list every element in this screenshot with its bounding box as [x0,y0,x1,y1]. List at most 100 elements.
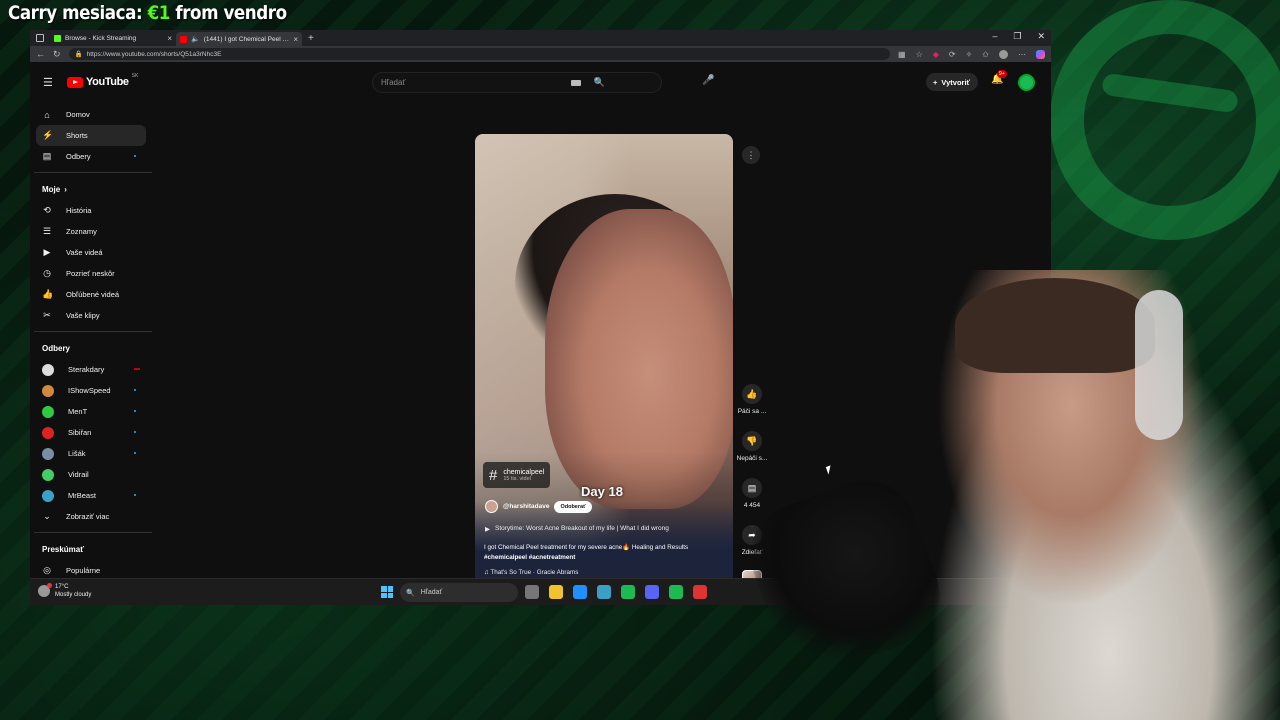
refresh-ext-icon[interactable]: ⟳ [949,50,956,59]
create-button[interactable]: + Vytvoriť [926,73,979,91]
tab-kick[interactable]: Browse - Kick Streaming × [50,31,176,45]
like-button[interactable]: 👍 Páči sa ... [732,384,772,415]
sidebar-item-label: Obľúbené videá [66,290,120,299]
sidebar-section-subscriptions: Odbery [30,337,152,359]
taskbar-search-placeholder: Hľadať [420,589,443,596]
video-description[interactable]: I got Chemical Peel treatment for my sev… [484,543,729,563]
channel-avatar [42,363,54,376]
taskbar-search[interactable]: 🔍 Hľadať [400,583,518,602]
edge-icon[interactable] [573,585,587,599]
play-icon: ▶ [485,526,490,533]
sidebar-item-channel[interactable]: Lišák [30,443,152,464]
refresh-icon[interactable]: ↻ [53,49,61,60]
show-more-button[interactable]: ⌄ Zobraziť viac [30,506,152,527]
sidebar-item-channel[interactable]: Vidrail [30,464,152,485]
comments-button[interactable]: ▤ 4 454 [732,478,772,509]
discord-icon[interactable] [645,585,659,599]
extension-icon[interactable]: ◆ [933,50,939,59]
search-input[interactable]: Hľadať 🔍 [372,72,662,93]
thumbs-up-icon: 👍 [742,384,762,404]
address-bar: ← ↻ 🔒 https://www.youtube.com/shorts/Q51… [30,46,1051,62]
youtube-logo[interactable]: YouTube SK [67,73,138,88]
subscribe-button[interactable]: Odoberať [554,500,592,513]
divider [34,532,152,533]
channel-avatar[interactable] [485,500,498,513]
music-note-icon: ♫ [484,569,489,576]
related-video-link[interactable]: ▶ Storytime: Worst Acne Breakout of my l… [485,525,669,533]
back-icon[interactable]: ← [36,49,45,59]
sidebar-item-liked-videos[interactable]: 👍 Obľúbené videá [30,284,152,305]
sidebar-item-shorts[interactable]: ⚡ Shorts [36,125,146,146]
description-tags[interactable]: #chemicalpeel #acnetreatment [484,554,575,561]
close-window-icon[interactable]: ✕ [1037,31,1045,42]
minimize-icon[interactable]: – [992,31,997,42]
microphone-icon[interactable]: 🎤 [702,75,714,86]
music-info[interactable]: ♫ That's So True · Gracie Abrams [484,569,578,576]
channel-name[interactable]: @harshitadave [503,503,549,510]
extensions-icon[interactable]: ✧ [966,50,973,59]
windows-start-icon[interactable] [381,586,393,598]
hashtag-chip[interactable]: # chemicalpeel 15 tis. videí [483,462,551,488]
logo-text: YouTube [86,76,129,88]
close-icon[interactable]: × [167,34,172,43]
speaker-icon[interactable]: 🔈 [191,35,200,43]
reader-icon[interactable]: ▦ [898,50,906,59]
steam-icon[interactable] [597,585,611,599]
comment-icon: ▤ [742,478,762,498]
task-view-icon[interactable] [525,585,539,599]
profile-avatar[interactable] [999,49,1008,59]
account-avatar[interactable] [1018,74,1035,91]
tab-actions-icon[interactable] [36,34,44,42]
sidebar-item-label: Populárne [66,566,101,575]
sidebar-item-playlists[interactable]: ☰ Zoznamy [30,221,152,242]
favorite-star-icon[interactable]: ☆ [916,50,923,59]
sidebar-item-home[interactable]: ⌂ Domov [30,104,152,125]
channel-avatar [42,468,54,481]
sidebar-item-channel[interactable]: Sibiřan [30,422,152,443]
menu-icon[interactable]: ☰ [43,76,53,89]
search-icon[interactable]: 🔍 [594,77,605,88]
watch-later-icon: ◷ [43,268,51,278]
sidebar-section-you[interactable]: Moje › [30,178,152,200]
restore-icon[interactable]: ❐ [1013,31,1021,42]
copilot-icon[interactable] [1036,49,1045,59]
sidebar-section-explore: Preskúmať [30,538,152,560]
browser-toolbar-icons: ▦ ☆ ◆ ⟳ ✧ ✩ ⋯ [898,49,1045,59]
sidebar-item-your-videos[interactable]: ▶ Vaše videá [30,242,152,263]
short-video-player[interactable]: # chemicalpeel 15 tis. videí Day 18 @har… [475,134,733,592]
sidebar-item-channel[interactable]: MrBeast [30,485,152,506]
more-options-icon[interactable]: ⋮ [742,146,760,164]
sidebar-item-channel[interactable]: Sterakdary [30,359,152,380]
tab-label: (1441) I got Chemical Peel treatment [203,35,290,43]
search-placeholder: Hľadať [381,78,406,87]
sidebar-item-channel[interactable]: MenT [30,401,152,422]
menu-dots-icon[interactable]: ⋯ [1018,50,1026,59]
url-field[interactable]: 🔒 https://www.youtube.com/shorts/Q51a3rN… [68,48,890,60]
sidebar-item-channel[interactable]: IShowSpeed [30,380,152,401]
music-title: That's So True · Gracie Abrams [490,569,579,576]
live-indicator [134,368,140,370]
video-overlay-text: Day 18 [581,484,623,499]
file-explorer-icon[interactable] [549,585,563,599]
spotify-logo-decoration [1050,0,1280,240]
sidebar-item-clips[interactable]: ✂ Vaše klipy [30,305,152,326]
like-label: Páči sa ... [737,408,767,415]
sidebar-item-subscriptions[interactable]: ▤ Odbery [30,146,152,167]
kick-app-icon[interactable] [621,585,635,599]
close-icon[interactable]: × [293,35,298,44]
sidebar-item-label: Odbery [66,152,91,161]
new-tab-button[interactable]: + [308,33,314,44]
clips-icon: ✂ [43,310,51,320]
weather-widget[interactable]: 17°C Mostly cloudy [38,583,91,599]
sidebar-item-watch-later[interactable]: ◷ Pozrieť neskôr [30,263,152,284]
sidebar-item-label: Domov [66,110,90,119]
youtube-play-icon [67,76,83,88]
keyboard-icon[interactable] [571,80,581,86]
favorites-icon[interactable]: ✩ [982,50,989,59]
dislike-button[interactable]: 👎 Nepáči s... [732,431,772,462]
sidebar-item-history[interactable]: ⟲ História [30,200,152,221]
spotify-icon[interactable] [669,585,683,599]
tab-youtube[interactable]: 🔈 (1441) I got Chemical Peel treatment × [176,32,302,46]
weather-icon [38,583,52,597]
chrome-icon[interactable] [693,585,707,599]
